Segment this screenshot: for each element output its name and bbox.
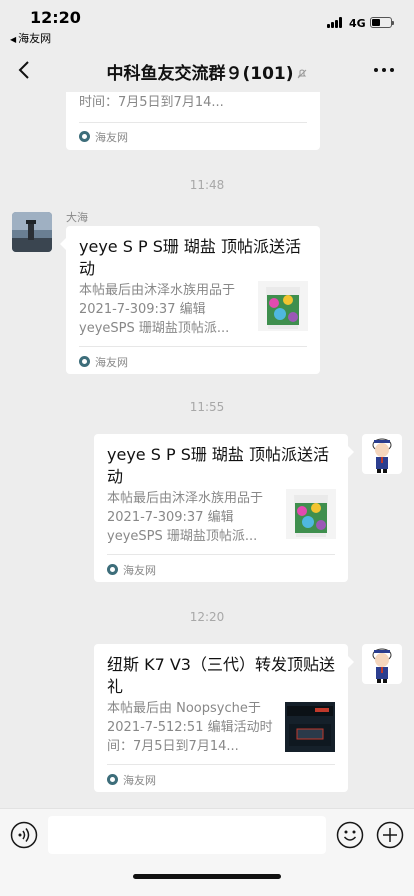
card-thumbnail [258, 281, 308, 331]
timestamp: 11:48 [189, 178, 225, 192]
card-source: 海友网 [107, 772, 156, 788]
avatar[interactable] [362, 644, 402, 684]
card-thumbnail [256, 92, 306, 100]
back-app-label: 海友网 [18, 32, 52, 45]
link-card[interactable]: yeye S P S珊 瑚盐 顶帖派送活动 本帖最后由沐泽水族用品于 2021-… [66, 226, 320, 374]
input-bar [0, 808, 414, 896]
link-card[interactable]: yeye S P S珊 瑚盐 顶帖派送活动 本帖最后由沐泽水族用品于 2021-… [94, 434, 348, 582]
voice-icon[interactable] [10, 821, 38, 849]
card-title: yeye S P S珊 瑚盐 顶帖派送活动 [107, 445, 330, 486]
more-icon[interactable] [374, 62, 398, 78]
avatar[interactable] [12, 212, 52, 252]
card-title: 纽斯 K7 V3（三代）转发顶贴送礼 [107, 655, 335, 696]
timestamp: 12:20 [189, 610, 225, 624]
card-source: 海友网 [79, 354, 128, 370]
back-triangle-icon: ◀ [10, 35, 17, 44]
card-title: yeye S P S珊 瑚盐 顶帖派送活动 [79, 237, 302, 278]
card-description: 时间：7月5日到7月14... [79, 95, 224, 110]
card-description: 本帖最后由沐泽水族用品于 2021-7-309:37 编辑 yeyeSPS 珊瑚… [79, 283, 236, 336]
battery-icon [370, 17, 394, 28]
plus-icon[interactable] [376, 821, 404, 849]
source-logo-icon [107, 564, 118, 575]
card-thumbnail [285, 702, 335, 752]
timestamp: 11:55 [189, 400, 225, 414]
network-type: 4G [349, 17, 366, 30]
signal-icon [327, 17, 344, 28]
sender-name: 大海 [66, 211, 88, 224]
link-card[interactable]: 时间：7月5日到7月14... 海友网 [66, 92, 320, 150]
card-description: 本帖最后由沐泽水族用品于 2021-7-309:37 编辑 yeyeSPS 珊瑚… [107, 491, 264, 544]
source-logo-icon [79, 356, 90, 367]
status-bar: 12:20 ◀ 海友网 4G [0, 0, 414, 46]
link-card[interactable]: 纽斯 K7 V3（三代）转发顶贴送礼 本帖最后由 Noopsyche于 2021… [94, 644, 348, 792]
card-thumbnail [286, 489, 336, 539]
source-logo-icon [79, 131, 90, 142]
message-input[interactable] [48, 816, 326, 854]
emoji-icon[interactable] [336, 821, 364, 849]
card-source: 海友网 [79, 129, 128, 145]
back-to-app-link[interactable]: ◀ 海友网 [10, 30, 51, 46]
message-list[interactable]: 时间：7月5日到7月14... 海友网 11:48 大海 yeye S P S珊… [0, 92, 414, 808]
chat-title-wrap: 中科鱼友交流群９(101) [0, 59, 414, 84]
status-time: 12:20 [30, 8, 81, 27]
avatar[interactable] [362, 434, 402, 474]
home-indicator[interactable] [133, 874, 281, 879]
mute-icon [297, 69, 306, 79]
chat-title: 中科鱼友交流群９(101) [106, 64, 294, 84]
card-source: 海友网 [107, 562, 156, 578]
chat-header: 中科鱼友交流群９(101) [0, 48, 414, 92]
card-description: 本帖最后由 Noopsyche于 2021-7-512:51 编辑活动时间：7月… [107, 701, 273, 754]
source-logo-icon [107, 774, 118, 785]
